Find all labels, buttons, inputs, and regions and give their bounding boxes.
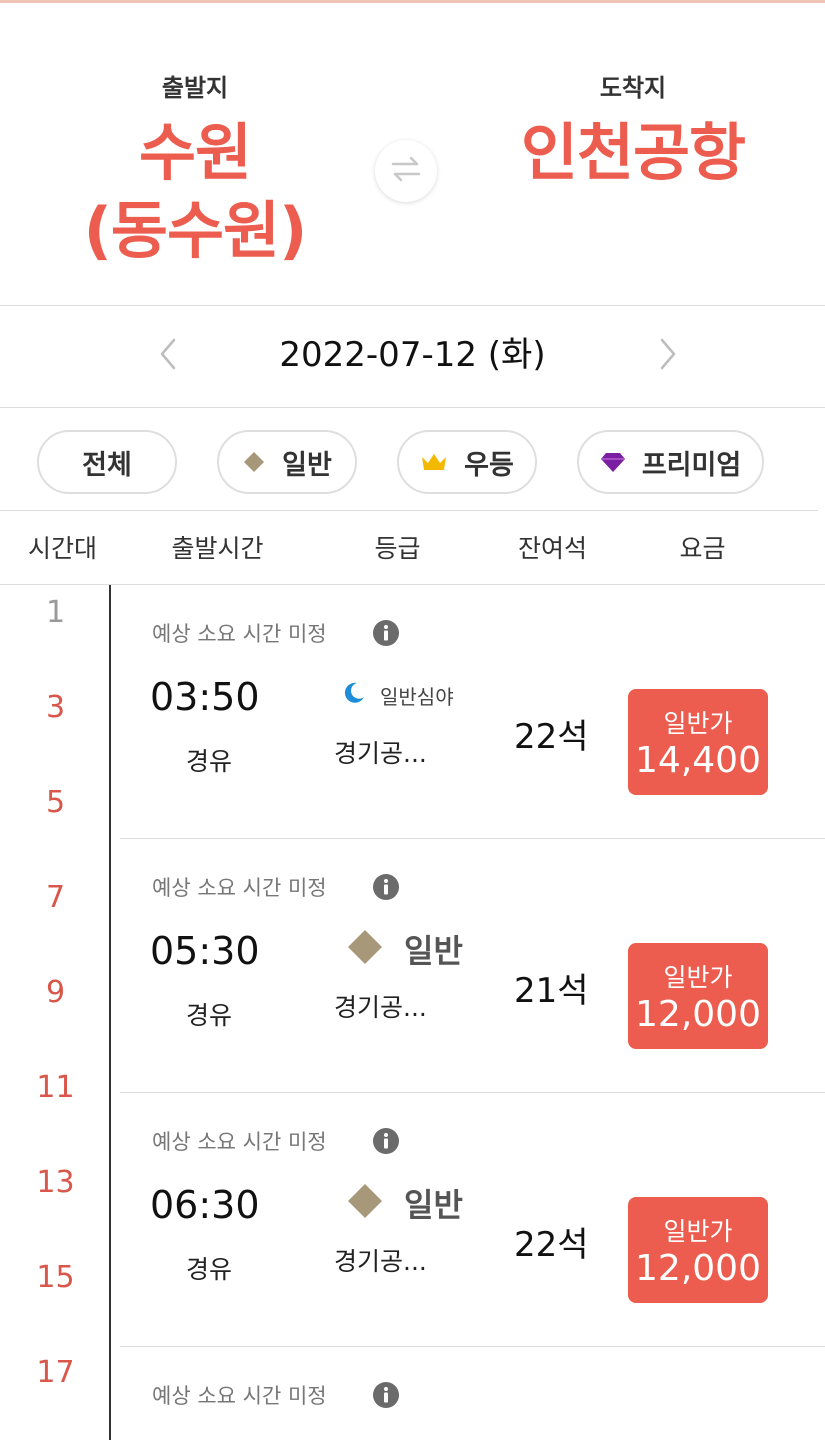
column-header: 잔여석 <box>517 534 587 563</box>
schedule-row[interactable]: 예상 소요 시간 미정 06:30 경유 일반 경기공... 22석 일반가 1… <box>120 1093 825 1347</box>
filter-label: 일반 <box>282 449 332 481</box>
remaining-seats: 21석 <box>514 971 589 1011</box>
estimated-duration: 예상 소요 시간 미정 <box>152 1130 327 1154</box>
filter-all-chip[interactable]: 전체 <box>37 430 177 494</box>
column-header: 시간대 <box>27 534 97 563</box>
bus-company: 경기공... <box>334 993 427 1022</box>
chevron-left-icon <box>158 337 178 375</box>
filter-general-chip[interactable]: 일반 <box>217 430 357 494</box>
via-label: 경유 <box>186 1255 233 1284</box>
filter-premium-chip[interactable]: 프리미엄 <box>577 430 764 494</box>
date-bar: 2022-07-12 (화) <box>0 306 825 408</box>
previous-date-button[interactable] <box>148 336 188 376</box>
time-slot-item[interactable]: 11 <box>0 1068 111 1108</box>
time-slot-item[interactable]: 7 <box>0 878 111 918</box>
fare-type: 일반가 <box>663 709 733 738</box>
time-slot-item[interactable]: 9 <box>0 973 111 1013</box>
grade-filter-bar: 전체 일반 우등 프리미엄 <box>0 408 825 512</box>
estimated-duration: 예상 소요 시간 미정 <box>152 622 327 646</box>
swap-route-button[interactable] <box>375 140 437 202</box>
time-slot-item[interactable]: 3 <box>0 688 111 728</box>
time-slot-item[interactable]: 1 <box>0 593 111 633</box>
departure-name[interactable]: 수원 (동수원) <box>35 114 355 270</box>
next-date-button[interactable] <box>648 336 688 376</box>
via-label: 경유 <box>186 1001 233 1030</box>
info-icon[interactable] <box>372 1381 400 1409</box>
filter-label: 우등 <box>464 449 514 481</box>
column-header: 출발시간 <box>171 534 264 563</box>
divider <box>0 510 818 511</box>
remaining-seats: 22석 <box>514 717 589 757</box>
remaining-seats: 22석 <box>514 1225 589 1265</box>
fare-button[interactable]: 일반가 12,000 <box>628 943 768 1049</box>
filter-premium-class-chip[interactable]: 우등 <box>397 430 537 494</box>
fare-type: 일반가 <box>663 963 733 992</box>
moon-icon <box>342 681 366 709</box>
time-slot-item[interactable]: 15 <box>0 1258 111 1298</box>
grade-badge: 일반심야 <box>342 675 454 715</box>
bus-company: 경기공... <box>334 739 427 768</box>
grade-badge: 일반 <box>346 928 463 970</box>
via-label: 경유 <box>186 747 233 776</box>
departure-time: 03:50 <box>150 675 260 719</box>
time-slot-item[interactable]: 13 <box>0 1163 111 1203</box>
grade-label: 일반 <box>404 1186 463 1224</box>
diamond-icon <box>346 1182 384 1224</box>
time-slot-item[interactable]: 17 <box>0 1353 111 1393</box>
time-slot-item[interactable]: 5 <box>0 783 111 823</box>
departure-label: 출발지 <box>161 74 229 102</box>
info-icon[interactable] <box>372 1127 400 1155</box>
grade-badge: 일반 <box>346 1182 463 1224</box>
arrival-label: 도착지 <box>599 74 667 102</box>
diamond-icon <box>346 928 384 970</box>
filter-label: 프리미엄 <box>641 449 742 481</box>
swap-arrows-icon <box>389 154 423 188</box>
grade-label: 일반심야 <box>380 684 454 709</box>
route-header: 출발지 수원 (동수원) 도착지 인천공항 <box>0 0 825 306</box>
schedule-row[interactable]: 예상 소요 시간 미정 <box>120 1347 825 1440</box>
fare-button[interactable]: 일반가 12,000 <box>628 1197 768 1303</box>
chevron-right-icon <box>658 337 678 375</box>
filter-label: 전체 <box>82 449 132 481</box>
departure-time: 06:30 <box>150 1183 260 1227</box>
fare-button[interactable]: 일반가 14,400 <box>628 689 768 795</box>
fare-amount: 12,000 <box>635 994 761 1035</box>
info-icon[interactable] <box>372 619 400 647</box>
grade-label: 일반 <box>404 932 463 970</box>
column-header: 등급 <box>374 534 421 563</box>
arrival-section[interactable]: 도착지 인천공항 <box>473 70 793 192</box>
estimated-duration: 예상 소요 시간 미정 <box>152 876 327 900</box>
bus-company: 경기공... <box>334 1247 427 1276</box>
info-icon[interactable] <box>372 873 400 901</box>
selected-date[interactable]: 2022-07-12 (화) <box>200 330 625 380</box>
schedule-row[interactable]: 예상 소요 시간 미정 03:50 경유 일반심야 경기공... 22석 일반가… <box>120 585 825 839</box>
time-slot-column: 1 3 5 7 9 11 13 15 17 <box>0 585 111 1440</box>
fare-amount: 14,400 <box>635 740 761 781</box>
schedule-row[interactable]: 예상 소요 시간 미정 05:30 경유 일반 경기공... 21석 일반가 1… <box>120 839 825 1093</box>
fare-type: 일반가 <box>663 1217 733 1246</box>
arrival-name[interactable]: 인천공항 <box>473 114 793 192</box>
departure-time: 05:30 <box>150 929 260 973</box>
departure-section[interactable]: 출발지 수원 (동수원) <box>35 70 355 270</box>
crown-icon <box>420 451 448 473</box>
gem-icon <box>600 451 626 473</box>
diamond-icon <box>242 450 266 474</box>
column-header: 요금 <box>679 534 726 563</box>
schedule-table-header: 시간대 출발시간 등급 잔여석 요금 <box>0 512 825 584</box>
fare-amount: 12,000 <box>635 1248 761 1289</box>
estimated-duration: 예상 소요 시간 미정 <box>152 1384 327 1408</box>
